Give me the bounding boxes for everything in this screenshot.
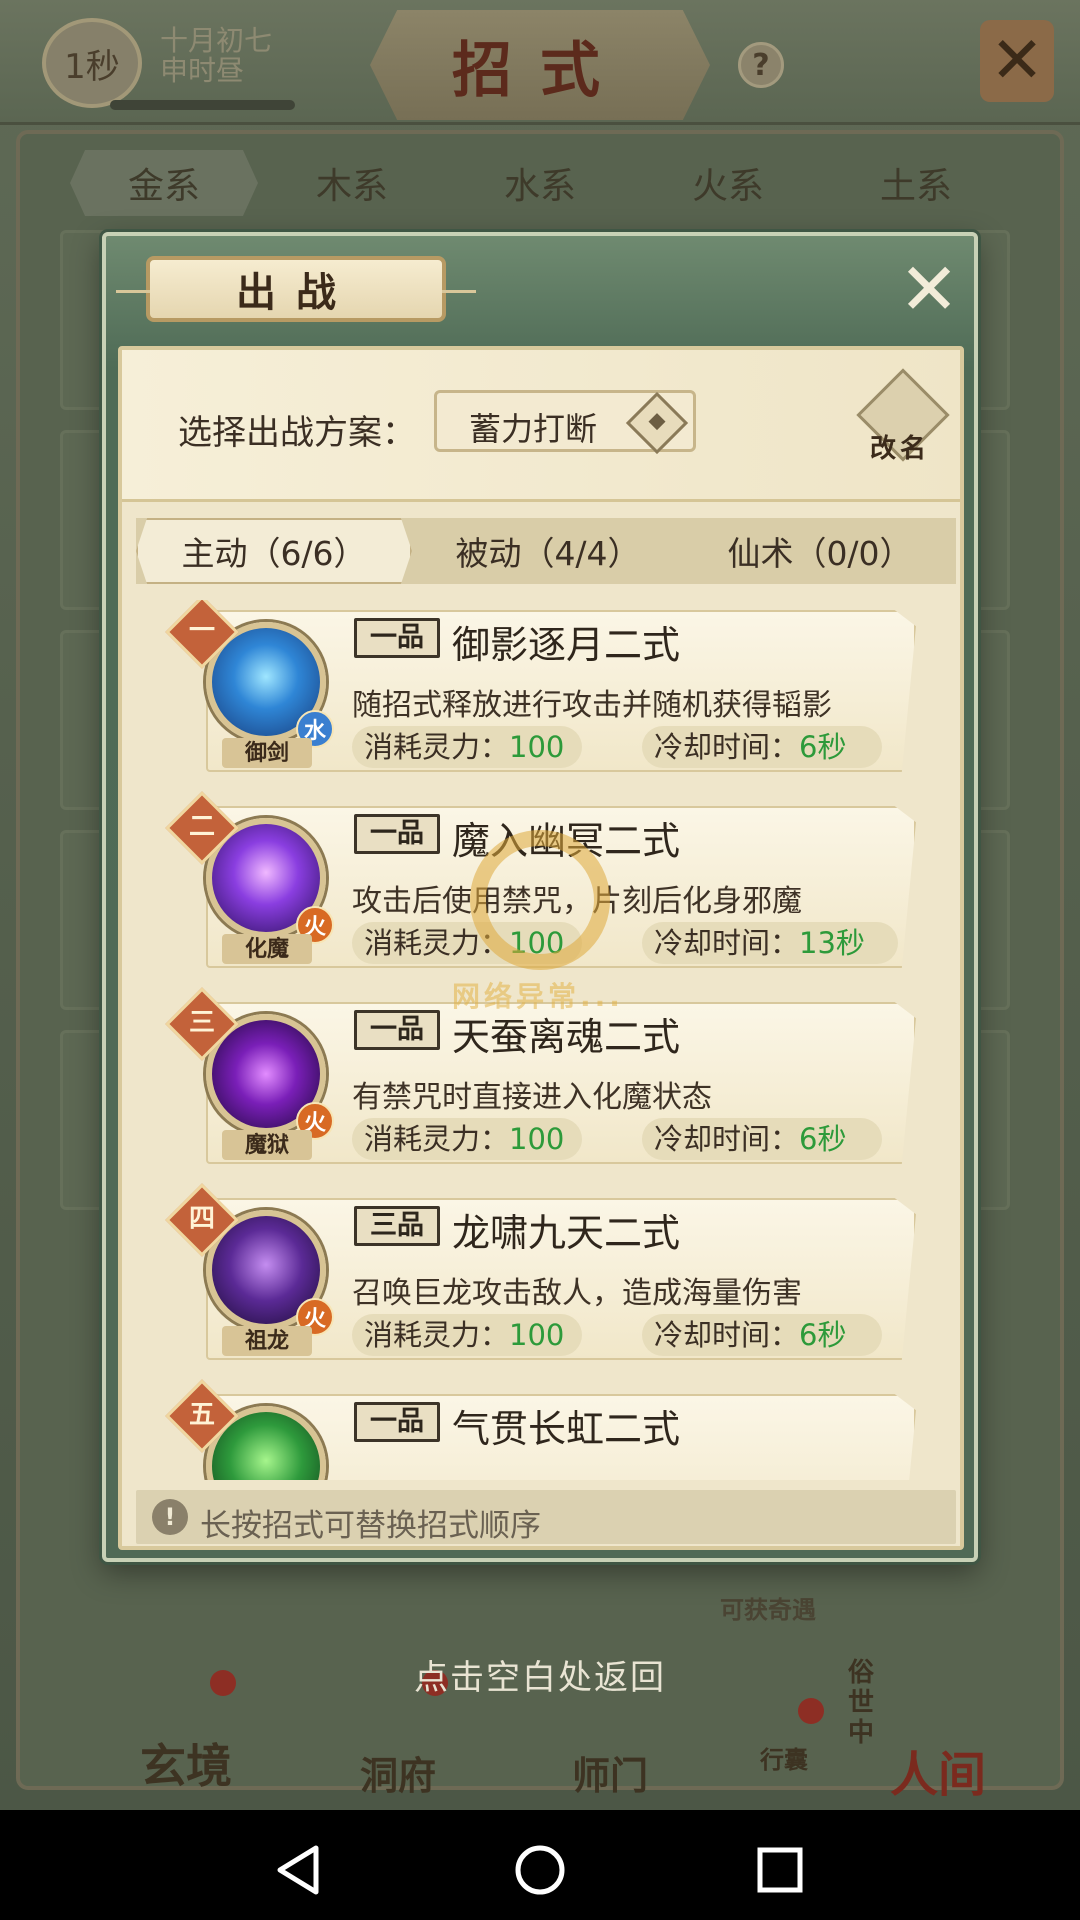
date-text: 十月初七 申时昼: [160, 26, 272, 86]
home-icon[interactable]: [510, 1840, 570, 1900]
notification-dot: [798, 1698, 824, 1724]
plan-select[interactable]: 蓄力打断: [434, 390, 696, 455]
skill-name: 龙啸九天二式: [452, 1211, 681, 1255]
tab-immortal-arts[interactable]: 仙术（0/0）: [684, 518, 956, 584]
cost-value: 100: [509, 1318, 565, 1352]
modal-title: 出战: [116, 256, 476, 322]
grade-tag: 一品: [354, 1402, 440, 1442]
cooldown-value: 6秒: [799, 730, 847, 764]
time-progress-bar: [110, 100, 295, 110]
rank-number: 四: [188, 1204, 215, 1234]
timer-text: 1秒: [64, 46, 120, 87]
top-bar: 1秒 十月初七 申时昼 招式 ? ✕: [0, 0, 1080, 125]
return-hint: 点击空白处返回: [414, 1658, 666, 1698]
cooldown-value: 6秒: [799, 1318, 847, 1352]
element-tabs: 金系 木系 水系 火系 土系: [70, 150, 1010, 216]
skill-card[interactable]: 四 火 祖龙 三品 龙啸九天二式 召唤巨龙攻击敌人，造成海量伤害 消耗灵力：10…: [156, 1183, 926, 1363]
rank-number: 三: [188, 1008, 215, 1038]
cooldown-value: 13秒: [799, 926, 865, 960]
cooldown-stat: 冷却时间：6秒: [642, 726, 882, 768]
cooldown-label: 冷却时间：: [654, 730, 800, 764]
skill-icon-label: 御剑: [222, 738, 312, 768]
cooldown-label: 冷却时间：: [654, 1122, 800, 1156]
tab-earth[interactable]: 土系: [822, 150, 1010, 216]
skill-list[interactable]: 一 水 御剑 一品 御影逐月二式 随招式释放进行攻击并随机获得韬影 消耗灵力：1…: [136, 600, 956, 1480]
cooldown-stat: 冷却时间：6秒: [642, 1314, 882, 1356]
tip-bar: ! 长按招式可替换招式顺序: [136, 1490, 956, 1544]
cost-label: 消耗灵力：: [364, 926, 510, 960]
cost-label: 消耗灵力：: [364, 730, 510, 764]
cost-label: 消耗灵力：: [364, 1318, 510, 1352]
skill-card[interactable]: 三 火 魔狱 一品 天蚕离魂二式 有禁咒时直接进入化魔状态 消耗灵力：100 冷…: [156, 987, 926, 1167]
skill-description: 召唤巨龙攻击敌人，造成海量伤害: [352, 1276, 802, 1311]
rank-number: 二: [188, 812, 215, 842]
loading-text: 网络异常...: [452, 980, 624, 1013]
skill-card[interactable]: 五 一品 气贯长虹二式: [156, 1379, 926, 1480]
plan-select-value: 蓄力打断: [469, 410, 598, 448]
skill-name: 魔入幽冥二式: [452, 819, 681, 863]
skill-name: 气贯长虹二式: [452, 1407, 681, 1451]
system-nav-bar: [0, 1810, 1080, 1920]
tab-fire[interactable]: 火系: [634, 150, 822, 216]
cost-stat: 消耗灵力：100: [352, 922, 582, 964]
skill-icon-label: 祖龙: [222, 1326, 312, 1356]
grade-tag: 一品: [354, 1010, 440, 1050]
plan-label: 选择出战方案：: [178, 413, 416, 453]
rename-label: 改名: [870, 434, 931, 464]
rank-number: 一: [188, 616, 215, 646]
skill-type-tabs: 主动（6/6） 被动（4/4） 仙术（0/0）: [136, 518, 956, 584]
cost-value: 100: [509, 730, 565, 764]
tab-metal[interactable]: 金系: [70, 150, 258, 216]
tab-passive-skills[interactable]: 被动（4/4）: [412, 518, 684, 584]
help-button[interactable]: ?: [738, 42, 784, 88]
skill-description: 有禁咒时直接进入化魔状态: [352, 1080, 712, 1115]
event-hint: 可获奇遇: [720, 1595, 816, 1624]
chevron-down-icon: [625, 391, 689, 455]
skill-icon-label: 化魔: [222, 934, 312, 964]
close-icon[interactable]: ✕: [980, 20, 1054, 102]
tip-text: 长按招式可替换招式顺序: [200, 1508, 541, 1544]
grade-tag: 三品: [354, 1206, 440, 1246]
grade-tag: 一品: [354, 618, 440, 658]
nav-xingnang[interactable]: 行囊: [760, 1740, 808, 1775]
close-icon[interactable]: ✕: [896, 253, 962, 325]
tab-water[interactable]: 水系: [446, 150, 634, 216]
cost-label: 消耗灵力：: [364, 1122, 510, 1156]
skill-card[interactable]: 二 火 化魔 一品 魔入幽冥二式 攻击后使用禁咒，片刻后化身邪魔 消耗灵力：10…: [156, 791, 926, 971]
cooldown-label: 冷却时间：: [654, 926, 800, 960]
skill-name: 御影逐月二式: [452, 623, 681, 667]
nav-xuanjing[interactable]: 玄境: [140, 1730, 232, 1796]
cost-stat: 消耗灵力：100: [352, 1118, 582, 1160]
skill-card[interactable]: 一 水 御剑 一品 御影逐月二式 随招式释放进行攻击并随机获得韬影 消耗灵力：1…: [156, 600, 926, 775]
modal-content: 选择出战方案： 蓄力打断 改名 主动（6/6） 被动（4/4） 仙术（0/0） …: [118, 346, 964, 1550]
recents-icon[interactable]: [750, 1840, 810, 1900]
plan-row: 选择出战方案： 蓄力打断 改名: [122, 350, 960, 502]
rank-number: 五: [188, 1400, 215, 1430]
cooldown-value: 6秒: [799, 1122, 847, 1156]
rename-button[interactable]: 改名: [856, 368, 950, 468]
cooldown-stat: 冷却时间：6秒: [642, 1118, 882, 1160]
cost-value: 100: [509, 1122, 565, 1156]
skill-description: 随招式释放进行攻击并随机获得韬影: [352, 688, 832, 723]
nav-renjian[interactable]: 人间: [890, 1735, 986, 1805]
cooldown-label: 冷却时间：: [654, 1318, 800, 1352]
date-line-2: 申时昼: [160, 54, 245, 87]
cooldown-stat: 冷却时间：13秒: [642, 922, 898, 964]
info-icon: !: [152, 1499, 188, 1535]
skill-icon-label: 魔狱: [222, 1130, 312, 1160]
sortie-modal: 出战 ✕ 选择出战方案： 蓄力打断 改名 主动（6/6） 被动（4/4） 仙术（…: [102, 232, 978, 1562]
grade-tag: 一品: [354, 814, 440, 854]
cost-stat: 消耗灵力：100: [352, 1314, 582, 1356]
date-line-1: 十月初七: [160, 24, 273, 57]
page-title: 招式: [370, 10, 710, 120]
skill-description: 攻击后使用禁咒，片刻后化身邪魔: [352, 884, 802, 919]
nav-shimen[interactable]: 师门: [572, 1745, 648, 1800]
cost-stat: 消耗灵力：100: [352, 726, 582, 768]
nav-dongfu[interactable]: 洞府: [360, 1745, 436, 1800]
timer-badge: 1秒: [42, 18, 142, 108]
back-icon[interactable]: [270, 1840, 330, 1900]
cost-value: 100: [509, 926, 565, 960]
tab-active-skills[interactable]: 主动（6/6）: [136, 518, 412, 584]
tab-wood[interactable]: 木系: [258, 150, 446, 216]
